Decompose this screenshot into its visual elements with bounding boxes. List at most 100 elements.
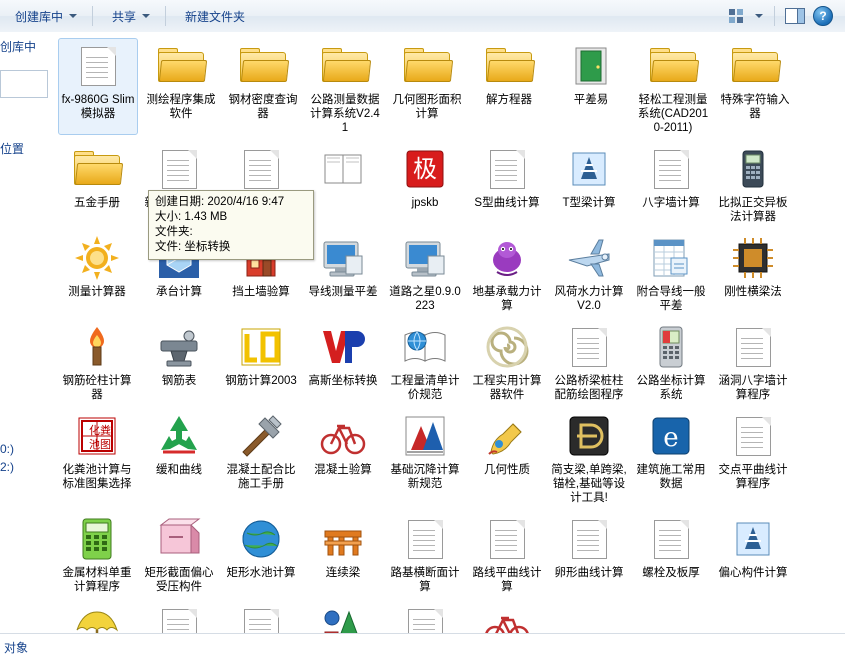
view-mode-button[interactable] <box>722 3 750 29</box>
file-item[interactable]: 钢材密度查询器 <box>224 38 302 135</box>
toolbar-separator <box>165 6 167 26</box>
file-item[interactable]: 解方程器 <box>470 38 548 135</box>
file-item-label: 轻松工程测量系统(CAD2010-2011) <box>637 94 709 134</box>
file-item[interactable]: 公路桥梁桩柱配筋绘图程序 <box>550 319 628 402</box>
file-item-label: 附合导线一般平差 <box>636 286 706 312</box>
navigation-pane: 创库中 位置 0:) 2:) <box>0 32 52 634</box>
yellow-lo-icon <box>237 323 285 371</box>
status-bar-label: 对象 <box>4 641 29 655</box>
file-item[interactable]: 钢筋计算2003 <box>222 319 300 402</box>
file-item[interactable]: 公路坐标计算系统 <box>632 319 710 402</box>
file-item[interactable] <box>304 141 382 224</box>
file-item-label: 地基承载力计算 <box>472 286 542 312</box>
dark-d-icon <box>565 412 613 460</box>
nav-item-placeholder[interactable] <box>0 70 48 98</box>
file-item[interactable]: 偏心构件计算 <box>714 511 792 594</box>
file-item[interactable]: T型梁计算 <box>550 141 628 224</box>
file-item[interactable]: 测绘程序集成软件 <box>142 38 220 135</box>
preview-pane-button[interactable] <box>781 3 809 29</box>
file-item[interactable]: fx-9860G Slim 模拟器 <box>58 38 138 135</box>
organize-menu-button[interactable]: 创建库中 <box>6 3 86 29</box>
file-item[interactable]: 涵洞八字墙计算程序 <box>714 319 792 402</box>
file-item-label: 导线测量平差 <box>308 286 378 298</box>
file-item[interactable]: 卵形曲线计算 <box>550 511 628 594</box>
file-item-label: 比拟正交异板法计算器 <box>718 197 788 223</box>
file-item[interactable]: 特殊字符输入器 <box>716 38 794 135</box>
file-item[interactable]: 几何性质 <box>468 408 546 505</box>
file-item[interactable]: 简支梁,单跨梁,锚栓,基础等设计工具! <box>550 408 628 505</box>
file-item-label: 金属材料单重计算程序 <box>62 567 132 593</box>
file-item[interactable]: 极 jpskb <box>386 141 464 224</box>
spreadsheet-icon <box>647 234 695 282</box>
calculator-icon <box>73 515 121 563</box>
file-item[interactable]: 平差易 <box>552 38 630 135</box>
status-bar: 对象 <box>0 633 845 664</box>
file-item[interactable]: 桥梁计算器 <box>304 600 382 634</box>
file-item-label: 公路桥梁桩柱配筋绘图程序 <box>554 375 624 401</box>
file-item[interactable]: 五金手册 <box>58 141 136 224</box>
file-item[interactable]: 连续梁 <box>304 511 382 594</box>
file-item[interactable]: 矩形截面偏心受压构件 <box>140 511 218 594</box>
file-item[interactable]: 化粪池图化粪池计算与标准图集选择 <box>58 408 136 505</box>
view-grid-icon <box>728 8 744 24</box>
file-item[interactable]: 比拟正交异板法计算器 <box>714 141 792 224</box>
file-item-label: 螺栓及板厚 <box>642 567 700 579</box>
file-item[interactable]: 高斯坐标转换 <box>304 319 382 402</box>
file-item[interactable]: 地基承载力计算 <box>468 230 546 313</box>
file-item[interactable]: 几何图形面积计算 <box>388 38 466 135</box>
pink-box-icon <box>155 515 203 563</box>
view-mode-dropdown[interactable] <box>750 3 768 29</box>
file-item-label: 建筑施工常用数据 <box>636 464 706 490</box>
file-item[interactable]: 混凝土配合比施工手册 <box>222 408 300 505</box>
file-item[interactable]: 交点平曲线计算程序 <box>714 408 792 505</box>
file-item-label: 钢材密度查询器 <box>228 94 298 120</box>
tooltip-size: 大小: 1.43 MB <box>155 211 228 223</box>
file-item[interactable]: 金属材料单重计算程序 <box>58 511 136 594</box>
file-item[interactable]: 工程实用计算器软件 <box>468 319 546 402</box>
file-item[interactable]: 附合导线一般平差 <box>632 230 710 313</box>
folder-doc-icon <box>565 515 613 563</box>
file-item[interactable]: 路基横断面计算 <box>386 511 464 594</box>
bicycle-icon <box>483 604 531 634</box>
file-item-label: 解方程器 <box>486 94 532 106</box>
phone-icon <box>647 323 695 371</box>
share-menu-button[interactable]: 共享 <box>103 3 159 29</box>
file-item-label: T型梁计算 <box>562 197 616 209</box>
file-item[interactable]: 施工阶段放样 <box>468 600 546 634</box>
file-item[interactable]: S型曲线计算 <box>468 141 546 224</box>
seal-icon: 化粪池图 <box>73 412 121 460</box>
file-item[interactable]: 工程量清单计价规范 <box>386 319 464 402</box>
spiral-icon <box>483 323 531 371</box>
file-item-label: 矩形水池计算 <box>226 567 296 579</box>
new-folder-button[interactable]: 新建文件夹 <box>176 3 254 29</box>
file-item[interactable]: 导线测量平差 <box>304 230 382 313</box>
file-item[interactable]: e 建筑施工常用数据 <box>632 408 710 505</box>
file-item[interactable]: 螺栓及板厚 <box>632 511 710 594</box>
help-button[interactable]: ? <box>809 3 837 29</box>
file-item[interactable]: 平曲线计算程序 <box>222 600 300 634</box>
purple-worm-icon <box>483 234 531 282</box>
file-item[interactable]: 缓和曲线 <box>140 408 218 505</box>
file-item[interactable]: 风荷水力计算V2.0 <box>550 230 628 313</box>
file-item[interactable]: 道路之星0.9.0223 <box>386 230 464 313</box>
file-item[interactable]: 混凝土验算 <box>304 408 382 505</box>
open-folder-icon <box>321 42 372 90</box>
new-folder-label: 新建文件夹 <box>185 9 246 24</box>
blue-tower-icon <box>729 515 777 563</box>
toolbar-right-group: ? <box>722 3 845 29</box>
file-item[interactable]: 设计高程计算 <box>386 600 464 634</box>
file-item[interactable]: 钢筋砼柱计算器 <box>58 319 136 402</box>
file-item[interactable]: 偏心压力法计算 <box>58 600 136 634</box>
file-item[interactable]: 平曲线超高计算 <box>140 600 218 634</box>
file-item[interactable]: 钢筋表 <box>140 319 218 402</box>
folder-doc-icon <box>483 145 531 193</box>
file-item[interactable]: 测量计算器 <box>58 230 136 313</box>
file-item[interactable]: 刚性横梁法 <box>714 230 792 313</box>
file-item[interactable]: 公路测量数据计算系统V2.41 <box>306 38 384 135</box>
file-item[interactable]: 八字墙计算 <box>632 141 710 224</box>
file-item[interactable]: 基础沉降计算新规范 <box>386 408 464 505</box>
file-item[interactable]: 轻松工程测量系统(CAD2010-2011) <box>634 38 712 135</box>
file-item[interactable]: 路线平曲线计算 <box>468 511 546 594</box>
file-item[interactable]: 矩形水池计算 <box>222 511 300 594</box>
file-list-pane[interactable]: fx-9860G Slim 模拟器 测绘程序集成软件 钢材密度查询器 公路测量数据计算… <box>52 32 845 634</box>
